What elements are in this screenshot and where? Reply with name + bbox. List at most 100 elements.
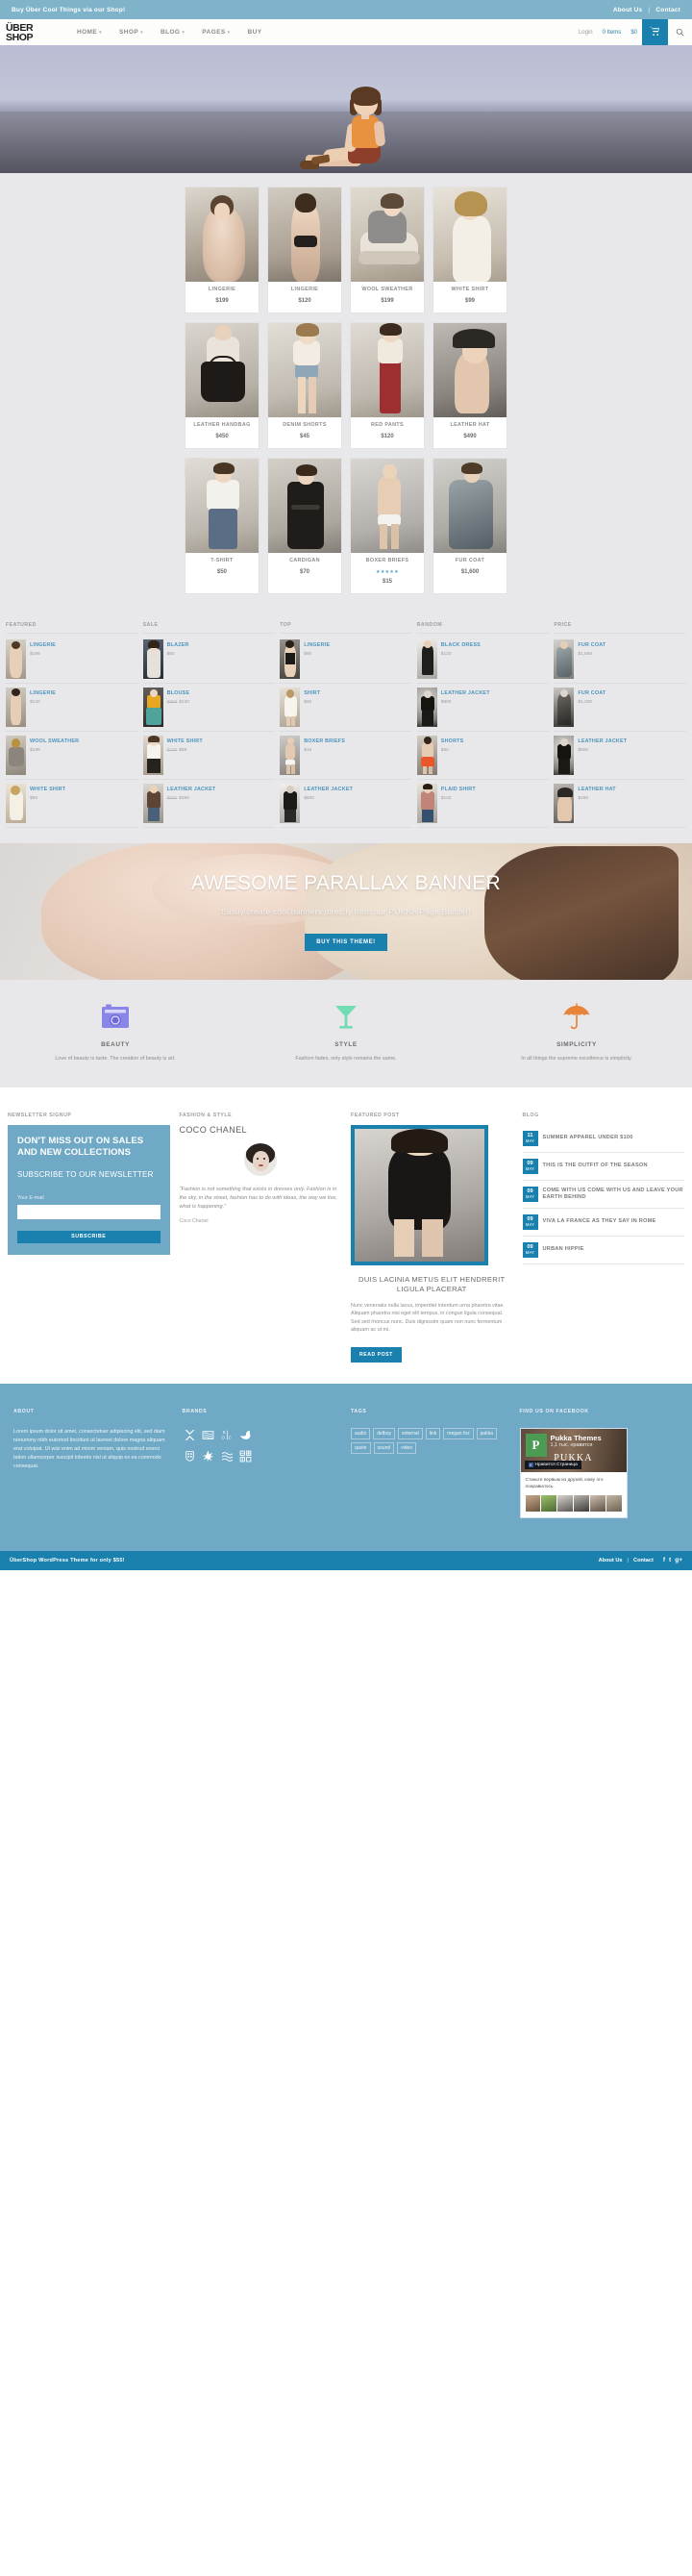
nav-item-blog[interactable]: BLOG ▾: [161, 29, 196, 36]
list-item[interactable]: SHIRT $90: [280, 684, 412, 732]
cart-button[interactable]: [642, 19, 668, 45]
brand-swan-icon[interactable]: [238, 1428, 254, 1442]
product-card[interactable]: DENIM SHORTS $45: [267, 322, 342, 449]
top-link-about-us[interactable]: About Us: [613, 7, 643, 13]
list-item-thumb: [6, 688, 26, 727]
list-item-text: FUR COAT $1,600: [578, 639, 606, 657]
blog-list-item[interactable]: 09 MAY URBAN HIPPIE: [522, 1237, 684, 1264]
list-item[interactable]: LEATHER JACKET $800: [416, 684, 550, 732]
footer-link-contact[interactable]: Contact: [633, 1558, 654, 1563]
brand-waves-icon[interactable]: [201, 1428, 216, 1442]
cart-item-count[interactable]: 0 Items: [598, 30, 627, 36]
brand-starburst-icon[interactable]: [201, 1449, 216, 1463]
tag-sound[interactable]: sound: [373, 1441, 395, 1454]
nav-item-shop[interactable]: SHOP ▾: [119, 29, 155, 36]
blog-list-item[interactable]: 09 MAY COME WITH US COME WITH US AND LEA…: [522, 1181, 684, 1209]
product-card[interactable]: RED PANTS $120: [350, 322, 425, 449]
list-item[interactable]: LEATHER JACKET $800: [280, 780, 412, 828]
list-column-random: RANDOM BLACK DRESS $120 LEATHER JACKET $…: [416, 622, 550, 828]
brand-x-icon[interactable]: [183, 1428, 198, 1442]
list-item-price: $800: [440, 700, 452, 705]
site-logo[interactable]: ÜBER SHOP: [0, 19, 71, 45]
facebook-icon[interactable]: f: [663, 1557, 665, 1563]
product-card[interactable]: BOXER BRIEFS ★★★★★ $15: [350, 458, 425, 594]
facebook-page-widget[interactable]: P Pukka Themes 1,1 тыс. нравится PUKKA f…: [519, 1427, 628, 1518]
post-title: COME WITH US COME WITH US AND LEAVE YOUR…: [542, 1187, 683, 1200]
subscribe-button[interactable]: SUBSCRIBE: [17, 1230, 161, 1243]
list-item[interactable]: WHITE SHIRT $99: [6, 780, 138, 828]
nav-item-home[interactable]: HOME ▾: [77, 29, 113, 36]
avatar: [606, 1494, 622, 1512]
brand-ripple-icon[interactable]: [220, 1449, 235, 1463]
tag-external[interactable]: external: [397, 1427, 423, 1439]
list-item[interactable]: PLAID SHIRT $120: [416, 780, 550, 828]
post-month: MAY: [525, 1222, 535, 1227]
list-item[interactable]: BLACK DRESS $120: [416, 636, 550, 684]
footer-link-about-us[interactable]: About Us: [599, 1558, 623, 1563]
brand-soc-icon[interactable]: SOC: [220, 1428, 235, 1442]
featured-post-image[interactable]: [351, 1125, 489, 1266]
search-button[interactable]: [668, 19, 692, 45]
camera-icon: [15, 1001, 215, 1032]
read-post-button[interactable]: READ POST: [351, 1346, 402, 1363]
tag-pukka[interactable]: pukka: [476, 1427, 497, 1439]
list-item-old-price: $150: [166, 748, 178, 753]
list-item-name: LEATHER JACKET: [304, 787, 354, 792]
list-item[interactable]: WOOL SWEATHER $199: [6, 732, 138, 780]
product-card[interactable]: SALE T-SHIRT $50: [185, 458, 260, 594]
login-link[interactable]: Login: [574, 30, 598, 36]
product-card[interactable]: WOOL SWEATHER $199: [350, 187, 425, 313]
newsletter-title: DON'T MISS OUT ON SALES AND NEW COLLECTI…: [17, 1136, 144, 1158]
list-item-name: FUR COAT: [578, 690, 606, 696]
blog-list-item[interactable]: 11 MAY SUMMER APPAREL UNDER $100: [522, 1125, 684, 1153]
blog-list-item[interactable]: 09 MAY VIVA LA FRANCE AS THEY SAY IN ROM…: [522, 1209, 684, 1237]
list-item[interactable]: BLAZER $50: [142, 636, 276, 684]
tag-audio[interactable]: audio: [351, 1427, 371, 1439]
blog-list-item[interactable]: 09 MAY THIS IS THE OUTFIT OF THE SEASON: [522, 1153, 684, 1181]
list-item[interactable]: BOXER BRIEFS $15: [280, 732, 412, 780]
list-item[interactable]: SHORTS $80: [416, 732, 550, 780]
brand-shield-icon[interactable]: [183, 1449, 198, 1463]
list-item-price: $650 $350: [167, 796, 216, 801]
google-plus-icon[interactable]: g+: [675, 1557, 682, 1563]
list-item[interactable]: LEATHER HAT $490: [554, 780, 686, 828]
product-card[interactable]: LEATHER HANDBAG $450: [185, 322, 260, 449]
email-input[interactable]: [17, 1205, 161, 1219]
product-card[interactable]: WHITE SHIRT $99: [432, 187, 507, 313]
product-card[interactable]: LINGERIE $199: [185, 187, 260, 313]
list-item-text: WOOL SWEATHER $199: [30, 736, 79, 753]
tag-link[interactable]: link: [425, 1427, 441, 1439]
list-item[interactable]: FUR COAT $1,300: [554, 684, 686, 732]
featured-post-title[interactable]: DUIS LACINIA METUS ELIT HENDRERIT LIGULA…: [351, 1275, 513, 1294]
list-item[interactable]: FUR COAT $1,600: [554, 636, 686, 684]
list-item[interactable]: BLOUSE $999 $130: [142, 684, 276, 732]
nav-label: HOME: [77, 29, 98, 36]
product-price: $50: [216, 569, 227, 575]
tag-video[interactable]: video: [397, 1441, 417, 1454]
list-item-price: $50: [166, 652, 175, 657]
product-card[interactable]: LINGERIE $120: [267, 187, 342, 313]
nav-item-pages[interactable]: PAGES ▾: [202, 29, 241, 36]
feature-title: BEAUTY: [101, 1041, 130, 1048]
product-card[interactable]: LEATHER HAT $490: [432, 322, 507, 449]
brand-weave-icon[interactable]: [238, 1449, 254, 1463]
buy-this-theme-button[interactable]: BUY THIS THEME!: [305, 934, 387, 951]
top-link-contact[interactable]: Contact: [655, 7, 680, 13]
cart-total[interactable]: $0: [626, 30, 642, 36]
facebook-like-button[interactable]: f Нравится Страница: [524, 1460, 581, 1469]
product-name: WHITE SHIRT: [451, 287, 489, 292]
list-item[interactable]: LEATHER JACKET $650 $350: [142, 780, 276, 828]
twitter-icon[interactable]: t: [669, 1557, 671, 1563]
product-card[interactable]: CARDIGAN $70: [267, 458, 342, 594]
list-item[interactable]: LINGERIE $120: [6, 684, 138, 732]
list-item[interactable]: LEATHER JACKET $800: [554, 732, 686, 780]
list-item[interactable]: LINGERIE $199: [6, 636, 138, 684]
product-card[interactable]: FUR COAT $1,600: [432, 458, 507, 594]
tag-delboy[interactable]: delboy: [373, 1427, 395, 1439]
tag-megan-fox[interactable]: megan fox: [443, 1427, 474, 1439]
hero-model-photo: [292, 60, 427, 173]
list-item[interactable]: LINGERIE $60: [280, 636, 412, 684]
nav-item-buy[interactable]: BUY: [248, 29, 274, 36]
list-item[interactable]: WHITE SHIRT $150 $99: [142, 732, 276, 780]
tag-quote[interactable]: quote: [351, 1441, 371, 1454]
